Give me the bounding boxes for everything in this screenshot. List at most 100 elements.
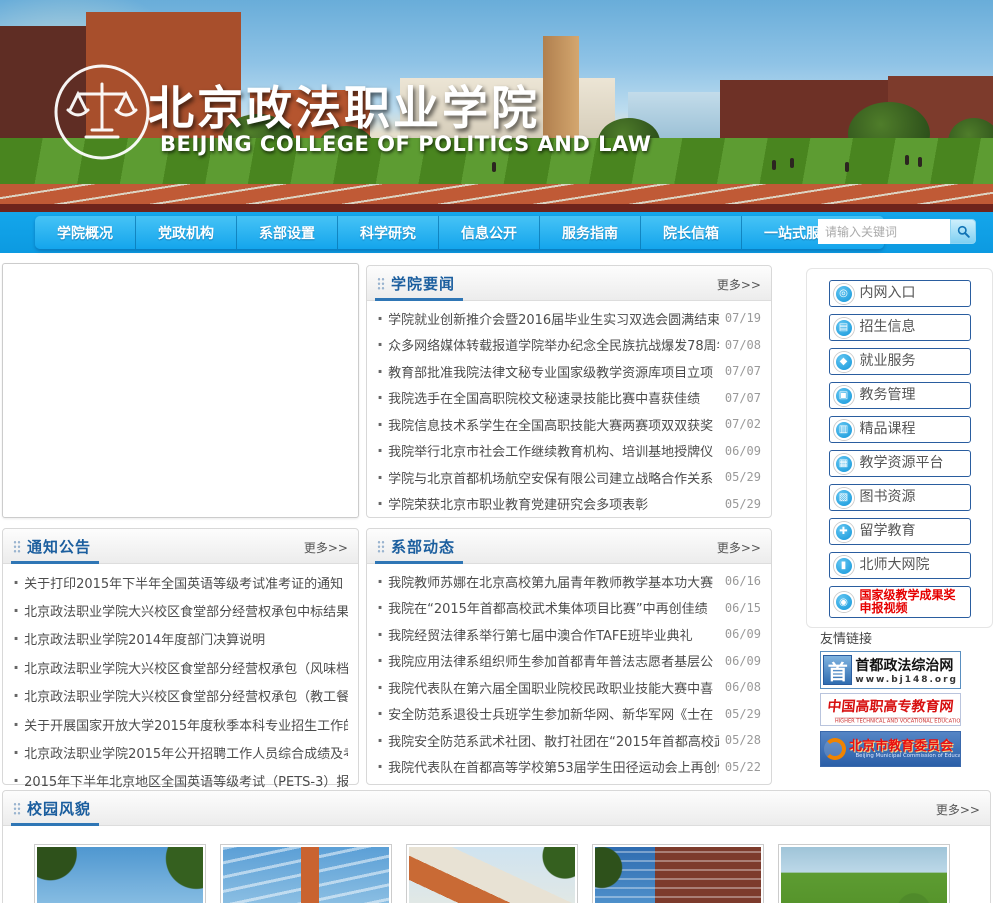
header-banner: 北京政法职业学院 BEIJING COLLEGE OF POLITICS AND… <box>0 0 993 212</box>
quick-link-button[interactable]: ▮ 北师大网院 <box>828 552 971 579</box>
bullet-icon: · <box>377 335 384 355</box>
title-underline <box>375 561 463 564</box>
item-title: 北京政法职业学院2014年度部门决算说明 <box>24 633 266 649</box>
item-title: 学院荣获北京市职业教育党建研究会多项表彰 <box>388 498 649 514</box>
campus-photo-image <box>781 847 947 903</box>
campus-photo-image <box>595 847 761 903</box>
list-item[interactable]: · 我院举行北京市社会工作继续教育机构、培训基地授牌仪 06/09 <box>377 438 761 465</box>
bullet-icon: · <box>377 651 384 671</box>
nav-item[interactable]: 系部设置 <box>236 216 337 249</box>
panel-title: 校园风貌 <box>27 799 92 818</box>
list-item[interactable]: · 我院应用法律系组织师生参加首都青年普法志愿者基层公 06/09 <box>377 648 761 675</box>
list-item[interactable]: · 我院经贸法律系举行第七届中澳合作TAFE班毕业典礼 06/09 <box>377 621 761 648</box>
bj148-logo-icon: 首 <box>823 655 853 685</box>
quick-link-button[interactable]: ◎ 内网入口 <box>828 280 971 307</box>
nav-item[interactable]: 学院概况 <box>35 216 135 249</box>
list-item[interactable]: · 我院代表队在第六届全国职业院校民政职业技能大赛中喜 06/08 <box>377 674 761 701</box>
quick-link-icon: ◎ <box>833 283 854 304</box>
search-box <box>818 219 976 244</box>
list-item[interactable]: · 学院荣获北京市职业教育党建研究会多项表彰 05/29 <box>377 491 761 518</box>
quick-link-button[interactable]: ▤ 招生信息 <box>828 314 971 341</box>
quick-link-label: 北师大网院 <box>859 556 930 573</box>
quick-link-icon: ▥ <box>833 419 854 440</box>
nav-item[interactable]: 服务指南 <box>539 216 640 249</box>
item-title: 我院举行北京市社会工作继续教育机构、培训基地授牌仪 <box>388 445 714 461</box>
quick-link-button[interactable]: ▧ 图书资源 <box>828 484 971 511</box>
campus-photo[interactable] <box>220 844 392 903</box>
list-item[interactable]: · 安全防范系退役士兵班学生参加新华网、新华军网《士在 05/29 <box>377 701 761 728</box>
list-item[interactable]: · 北京政法职业学院2014年度部门决算说明 <box>13 625 348 653</box>
friend-link-tech-edu[interactable]: 中国高职高专教育网 HIGHER TECHNICAL AND VOCATIONA… <box>820 693 961 726</box>
quick-link-button[interactable]: ▦ 教学资源平台 <box>828 450 971 477</box>
dots-decoration-icon <box>377 539 385 553</box>
list-item[interactable]: · 我院代表队在首都高等学校第53届学生田径运动会上再创佳 05/22 <box>377 754 761 781</box>
bullet-icon: · <box>377 598 384 618</box>
item-date: 06/09 <box>724 443 761 458</box>
item-title: 我院选手在全国高职院校文秘速录技能比赛中喜获佳绩 <box>388 392 701 408</box>
item-date: 05/29 <box>724 706 761 721</box>
item-date: 06/09 <box>724 627 761 642</box>
list-item[interactable]: · 我院在“2015年首都高校武术集体项目比赛”中再创佳绩 06/15 <box>377 595 761 622</box>
campus-photo-image <box>223 847 389 903</box>
image-slideshow[interactable] <box>2 263 359 518</box>
bullet-icon: · <box>13 714 20 734</box>
more-link[interactable]: 更多>> <box>936 801 980 818</box>
nav-item[interactable]: 院长信箱 <box>640 216 741 249</box>
quick-link-button[interactable]: ▣ 教务管理 <box>828 382 971 409</box>
quick-link-button[interactable]: ▥ 精品课程 <box>828 416 971 443</box>
nav-item-label: 院长信箱 <box>663 225 719 242</box>
list-item[interactable]: · 关于开展国家开放大学2015年度秋季本科专业招生工作的通 <box>13 710 348 738</box>
item-date: 05/29 <box>724 470 761 485</box>
quick-link-label: 教学资源平台 <box>859 454 944 471</box>
friend-link-subtitle: Beijing Municipal Commission of Educatio… <box>855 751 961 759</box>
item-date: 07/08 <box>724 337 761 352</box>
more-link[interactable]: 更多>> <box>304 539 348 556</box>
search-button[interactable] <box>950 219 976 244</box>
bullet-icon: · <box>377 441 384 461</box>
list-item[interactable]: · 教育部批准我院法律文秘专业国家级教学资源库项目立项 07/07 <box>377 358 761 385</box>
list-item[interactable]: · 北京政法职业学院大兴校区食堂部分经营权承包中标结果 <box>13 596 348 624</box>
search-input[interactable] <box>818 219 950 244</box>
list-item[interactable]: · 学院就业创新推介会暨2016届毕业生实习双选会圆满结束 07/19 <box>377 305 761 332</box>
list-item[interactable]: · 北京政法职业学院大兴校区食堂部分经营权承包（教工餐 <box>13 682 348 710</box>
quick-link-label: 图书资源 <box>859 488 916 505</box>
list-item[interactable]: · 我院教师苏娜在北京高校第九届青年教师教学基本功大赛 06/16 <box>377 568 761 595</box>
list-item[interactable]: · 学院与北京首都机场航空安保有限公司建立战略合作关系 05/29 <box>377 464 761 491</box>
panel-department-news: 系部动态 更多>> · 我院教师苏娜在北京高校第九届青年教师教学基本功大赛 06… <box>366 528 772 785</box>
dots-decoration-icon <box>13 539 21 553</box>
list-item[interactable]: · 北京政法职业学院大兴校区食堂部分经营权承包（风味档 <box>13 653 348 681</box>
more-link[interactable]: 更多>> <box>717 539 761 556</box>
quick-link-button[interactable]: ◉ 国家级教学成果奖申报视频 <box>828 586 971 619</box>
nav-item[interactable]: 信息公开 <box>438 216 539 249</box>
item-title: 我院经贸法律系举行第七届中澳合作TAFE班毕业典礼 <box>388 628 693 644</box>
nav-item[interactable]: 科学研究 <box>337 216 438 249</box>
campus-photo[interactable] <box>778 844 950 903</box>
quick-link-button[interactable]: ◆ 就业服务 <box>828 348 971 375</box>
item-title: 学院与北京首都机场航空安保有限公司建立战略合作关系 <box>388 471 714 487</box>
bullet-icon: · <box>13 743 20 763</box>
quick-link-button[interactable]: ✚ 留学教育 <box>828 518 971 545</box>
item-title: 北京政法职业学院大兴校区食堂部分经营权承包中标结果 <box>24 605 348 621</box>
quick-link-label: 内网入口 <box>859 284 916 301</box>
campus-photo[interactable] <box>592 844 764 903</box>
quick-link-icon: ▦ <box>833 453 854 474</box>
friend-link-subtitle: HIGHER TECHNICAL AND VOCATIONAL EDUCATIO… <box>834 717 961 725</box>
friend-link-edu-commission[interactable]: 北京市教育委员会 Beijing Municipal Commission of… <box>820 731 961 767</box>
list-item[interactable]: · 北京政法职业学院2015年公开招聘工作人员综合成绩及考察 <box>13 738 348 766</box>
list-item[interactable]: · 众多网络媒体转载报道学院举办纪念全民族抗战爆发78周年 07/08 <box>377 332 761 359</box>
more-link[interactable]: 更多>> <box>717 276 761 293</box>
commission-logo-icon <box>824 738 846 760</box>
list-item[interactable]: · 关于打印2015年下半年全国英语等级考试准考证的通知 <box>13 568 348 596</box>
item-title: 我院信息技术系学生在全国高职技能大赛两赛项双双获奖 <box>388 418 714 434</box>
nav-item-label: 系部设置 <box>259 225 315 242</box>
item-title: 我院代表队在第六届全国职业院校民政职业技能大赛中喜 <box>388 681 714 697</box>
nav-item[interactable]: 党政机构 <box>135 216 236 249</box>
list-item[interactable]: · 我院信息技术系学生在全国高职技能大赛两赛项双双获奖 07/02 <box>377 411 761 438</box>
friend-link-bj148[interactable]: 首 首都政法综治网 www.bj148.org <box>820 651 961 689</box>
list-item[interactable]: · 我院选手在全国高职院校文秘速录技能比赛中喜获佳绩 07/07 <box>377 385 761 412</box>
campus-photo[interactable] <box>34 844 206 903</box>
list-item[interactable]: · 我院安全防范系武术社团、散打社团在“2015年首都高校武 05/28 <box>377 727 761 754</box>
campus-photo[interactable] <box>406 844 578 903</box>
panel-title: 系部动态 <box>391 537 456 556</box>
nav-item-label: 党政机构 <box>158 225 214 242</box>
